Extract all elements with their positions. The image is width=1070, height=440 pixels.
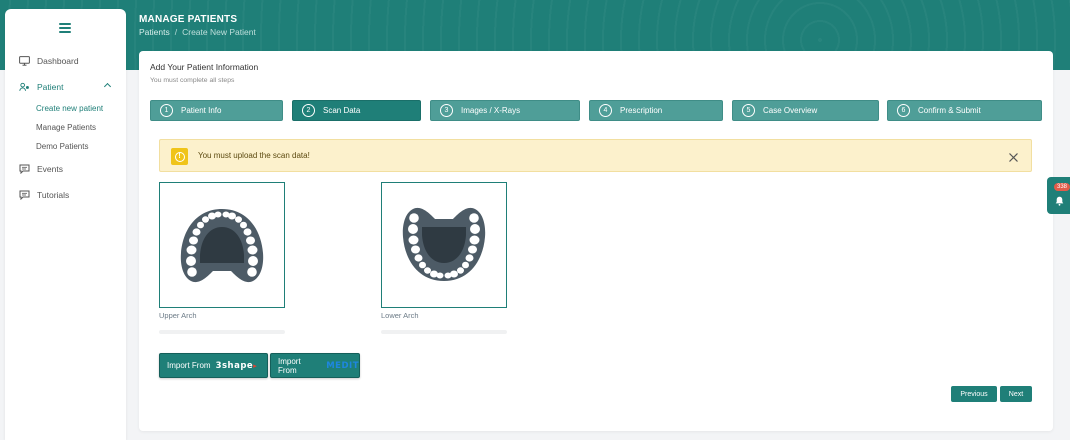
sidebar-item-patient[interactable]: Patient: [5, 78, 126, 96]
chevron-up-icon[interactable]: [103, 82, 112, 91]
step-label: Prescription: [620, 106, 663, 115]
sidebar-subitem-create-new-patient[interactable]: Create new patient: [36, 104, 103, 113]
close-icon[interactable]: [1008, 150, 1019, 162]
step-number: 2: [302, 104, 315, 117]
step-confirm-submit[interactable]: 6 Confirm & Submit: [887, 100, 1042, 121]
sidebar-item-label: Dashboard: [37, 56, 79, 66]
sidebar-subitem-manage-patients[interactable]: Manage Patients: [36, 123, 96, 132]
form-subtitle: You must complete all steps: [150, 77, 235, 84]
medit-logo: MEDIT: [326, 360, 359, 371]
sidebar-item-tutorials[interactable]: Tutorials: [5, 186, 126, 204]
lower-arch-upload[interactable]: [381, 182, 507, 308]
step-patient-info[interactable]: 1 Patient Info: [150, 100, 283, 121]
upper-arch-progress: [159, 330, 285, 334]
step-number: 6: [897, 104, 910, 117]
import-label: Import From: [278, 356, 301, 375]
sidebar-item-dashboard[interactable]: Dashboard: [5, 52, 126, 70]
lower-arch-progress: [381, 330, 507, 334]
lower-arch-icon: [402, 207, 486, 281]
scan-data-alert: ! You must upload the scan data!: [159, 139, 1032, 172]
sidebar-item-label: Events: [37, 164, 63, 174]
step-label: Confirm & Submit: [918, 106, 981, 115]
breadcrumb-current: Create New Patient: [182, 27, 256, 37]
sidebar: Dashboard Patient Create new patient Man…: [5, 9, 126, 440]
import-medit-button[interactable]: Import From MEDIT: [270, 353, 360, 378]
step-label: Patient Info: [181, 106, 222, 115]
page-title: MANAGE PATIENTS: [139, 14, 238, 25]
3shape-logo: 3shape▸: [215, 360, 258, 371]
step-label: Images / X-Rays: [461, 106, 521, 115]
patient-icon: [19, 82, 30, 93]
notification-tab[interactable]: 338: [1047, 177, 1070, 214]
patient-form-card: Add Your Patient Information You must co…: [139, 51, 1053, 431]
previous-button[interactable]: Previous: [951, 386, 997, 402]
upper-arch-label: Upper Arch: [159, 311, 197, 320]
step-number: 3: [440, 104, 453, 117]
lower-arch-label: Lower Arch: [381, 311, 419, 320]
step-case-overview[interactable]: 5 Case Overview: [732, 100, 879, 121]
upper-arch-upload[interactable]: [159, 182, 285, 308]
monitor-icon: [19, 56, 30, 67]
step-prescription[interactable]: 4 Prescription: [589, 100, 723, 121]
hamburger-icon[interactable]: [59, 23, 71, 33]
sidebar-item-label: Patient: [37, 82, 64, 92]
notification-count-badge: 338: [1054, 183, 1070, 191]
sidebar-item-events[interactable]: Events: [5, 160, 126, 178]
step-number: 5: [742, 104, 755, 117]
step-label: Case Overview: [763, 106, 818, 115]
upper-arch-icon: [180, 209, 264, 283]
breadcrumb-patients[interactable]: Patients: [139, 27, 170, 37]
import-label: Import From: [167, 361, 211, 370]
step-images-xrays[interactable]: 3 Images / X-Rays: [430, 100, 580, 121]
sidebar-subitem-demo-patients[interactable]: Demo Patients: [36, 142, 88, 151]
chat-icon: [19, 190, 30, 201]
warning-icon: !: [171, 148, 188, 165]
next-button[interactable]: Next: [1000, 386, 1032, 402]
step-number: 4: [599, 104, 612, 117]
step-scan-data[interactable]: 2 Scan Data: [292, 100, 421, 121]
alert-message: You must upload the scan data!: [198, 151, 310, 160]
breadcrumb: Patients / Create New Patient: [139, 27, 256, 37]
import-3shape-button[interactable]: Import From 3shape▸: [159, 353, 268, 378]
form-title: Add Your Patient Information: [150, 62, 259, 72]
chat-icon: [19, 164, 30, 175]
step-number: 1: [160, 104, 173, 117]
step-label: Scan Data: [323, 106, 361, 115]
bell-icon: [1055, 193, 1064, 211]
breadcrumb-separator: /: [174, 27, 178, 37]
sidebar-item-label: Tutorials: [37, 190, 70, 200]
